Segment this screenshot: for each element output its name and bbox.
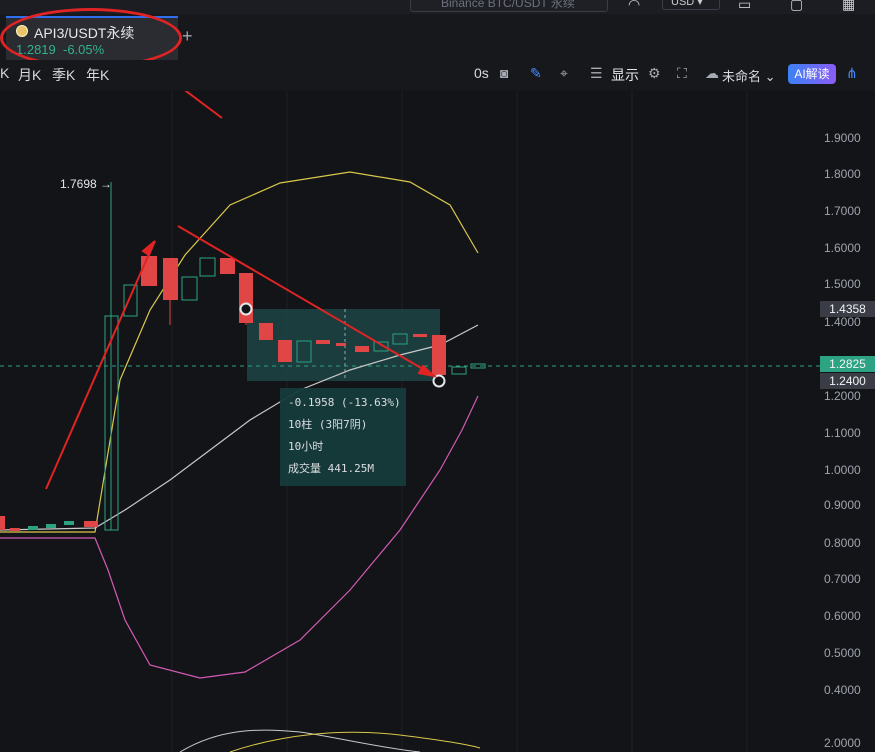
pen-icon[interactable]: ✎: [530, 65, 542, 82]
lower-band: [0, 395, 479, 679]
sub-axis-tick: 2.0000: [824, 736, 861, 750]
chart-toolbar: K 月K 季K 年K 0s ◙ ✎ ⌖ ☰ 显示 ⚙ ⛶ ☁ 未命名 ⌄ AI解…: [0, 60, 875, 90]
symbol-search-input[interactable]: Binance BTC/USDT 永续: [410, 0, 608, 12]
chart-area[interactable]: 1.7698 →: [0, 91, 820, 752]
currency-select[interactable]: USD ▾: [662, 0, 720, 10]
symbol-tab[interactable]: API3/USDT永续 1.2819 -6.05%: [6, 16, 178, 60]
timeframe-month[interactable]: 月K: [18, 65, 41, 85]
high-price-value: 1.7698: [60, 177, 97, 191]
window-icon[interactable]: ▢: [790, 0, 803, 13]
share-icon[interactable]: ⋔: [846, 65, 858, 82]
grid-icon[interactable]: ▦: [842, 0, 855, 13]
measure-start-marker: [239, 302, 253, 316]
axis-tick: 1.7000: [824, 204, 861, 218]
measure-duration: 10小时: [288, 440, 324, 453]
timeframe-k[interactable]: K: [0, 65, 9, 81]
add-tab-button[interactable]: +: [182, 26, 193, 47]
timeframe-year[interactable]: 年K: [86, 65, 109, 85]
tab-symbol: API3/USDT永续: [34, 25, 135, 41]
axis-tick: 1.0000: [824, 463, 861, 477]
layout-name-select[interactable]: 未命名 ⌄: [722, 66, 776, 85]
layout-icon[interactable]: ▭: [738, 0, 751, 13]
display-button[interactable]: 显示: [611, 65, 639, 85]
countdown-label: 0s: [474, 65, 489, 81]
ai-interpret-button[interactable]: AI解读: [788, 64, 836, 84]
axis-tick: 0.8000: [824, 536, 861, 550]
tab-row: API3/USDT永续 1.2819 -6.05% +: [0, 14, 875, 61]
settings-icon[interactable]: ⚙: [648, 65, 661, 82]
timeframe-quarter[interactable]: 季K: [52, 65, 75, 85]
high-price-label: 1.7698 →: [60, 177, 113, 191]
axis-tick: 0.9000: [824, 498, 861, 512]
indicator-icon[interactable]: ☰: [590, 65, 603, 82]
axis-tick: 1.8000: [824, 167, 861, 181]
currency-value: USD: [671, 0, 695, 8]
measure-bars: 10柱 (3阳7阴): [288, 418, 368, 431]
measure-high-tag: 1.4358: [820, 301, 875, 317]
axis-tick: 1.4000: [824, 315, 861, 329]
measure-volume: 成交量 441.25M: [288, 462, 374, 475]
tab-price-change: 1.2819 -6.05%: [16, 42, 104, 57]
axis-tick: 0.7000: [824, 572, 861, 586]
axis-tick: 1.2000: [824, 389, 861, 403]
axis-tick: 0.6000: [824, 609, 861, 623]
axis-tick: 1.5000: [824, 277, 861, 291]
cursor-icon[interactable]: ⌖: [560, 65, 568, 82]
candlestick-chart: [0, 91, 820, 752]
tab-price: 1.2819: [16, 42, 56, 57]
axis-tick: 1.1000: [824, 426, 861, 440]
axis-tick: 0.4000: [824, 683, 861, 697]
current-price-tag: 1.2825: [820, 356, 875, 372]
camera-icon[interactable]: ◙: [500, 65, 508, 81]
axis-tick: 0.5000: [824, 646, 861, 660]
coin-icon: [16, 25, 28, 37]
axis-tick: 1.9000: [824, 131, 861, 145]
measure-low-tag: 1.2400: [820, 373, 875, 389]
top-bar: Binance BTC/USDT 永续 ◠ USD ▾ ▭ ▢ ▦: [0, 0, 875, 14]
axis-tick: 1.6000: [824, 241, 861, 255]
layout-name: 未命名: [722, 69, 762, 84]
price-axis[interactable]: 1.9000 1.8000 1.7000 1.6000 1.5000 1.400…: [820, 91, 875, 752]
measure-tooltip: -0.1958 (-13.63%) 10柱 (3阳7阴) 10小时 成交量 44…: [280, 388, 406, 486]
cloud-icon[interactable]: ☁: [705, 65, 719, 82]
fullscreen-icon[interactable]: ⛶: [677, 65, 687, 82]
measure-change: -0.1958 (-13.63%): [288, 396, 401, 409]
tab-change: -6.05%: [63, 42, 105, 57]
headset-icon[interactable]: ◠: [628, 0, 640, 13]
